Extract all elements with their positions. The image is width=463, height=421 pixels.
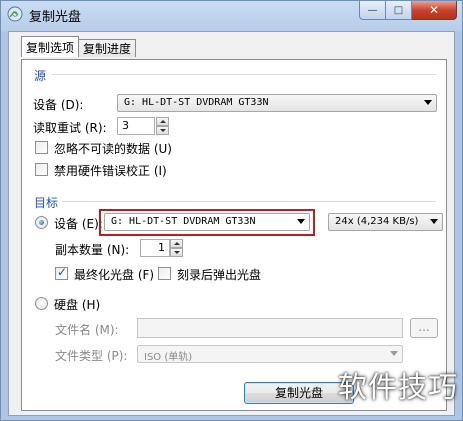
finalize-disc-label: 最终化光盘 (F) <box>74 268 155 282</box>
browse-button[interactable]: ... <box>410 318 438 338</box>
spin-up-icon[interactable] <box>156 117 169 126</box>
read-retries-input[interactable]: 3 <box>117 117 155 135</box>
eject-after-burn-checkbox[interactable] <box>158 267 171 280</box>
filename-input[interactable] <box>137 318 403 338</box>
ignore-unreadable-checkbox[interactable] <box>35 141 48 154</box>
source-device-dropdown[interactable]: G: HL-DT-ST DVDRAM GT33N <box>117 94 437 112</box>
disable-hw-correction-label: 禁用硬件错误校正 (I) <box>54 164 167 178</box>
copies-stepper[interactable] <box>170 239 183 257</box>
dialog-body: 复制选项 复制进度 源 设备 (D): G: HL-DT-ST DVDRAM G… <box>8 31 455 416</box>
harddisk-label: 硬盘 (H) <box>54 298 101 312</box>
filetype-label: 文件类型 (P): <box>55 349 128 363</box>
close-icon: ✕ <box>428 3 440 17</box>
target-device-radio[interactable] <box>35 216 48 229</box>
minimize-icon: — <box>367 4 378 16</box>
window-title: 复制光盘 <box>29 10 82 25</box>
copies-label: 副本数量 (N): <box>55 243 130 257</box>
maximize-icon: □ <box>393 4 404 16</box>
chevron-down-icon <box>430 219 438 224</box>
eject-after-burn-label: 刻录后弹出光盘 <box>177 268 262 282</box>
copy-options-panel: 源 设备 (D): G: HL-DT-ST DVDRAM GT33N 读取重试 … <box>21 59 447 411</box>
write-speed-value: 24x (4,234 KB/s) <box>335 216 419 227</box>
read-retries-label: 读取重试 (R): <box>33 121 107 135</box>
app-icon <box>7 6 23 22</box>
source-divider <box>52 74 436 75</box>
watermark-text: 软件技巧 <box>337 370 458 404</box>
close-button[interactable]: ✕ <box>412 1 457 20</box>
copy-disc-window: 复制光盘 — □ ✕ 复制选项 复制进度 源 设备 (D): G: HL-DT-… <box>0 0 463 421</box>
chevron-down-icon <box>424 100 432 105</box>
target-divider <box>62 201 436 202</box>
filetype-value: ISO (单轨) <box>144 352 193 363</box>
title-bar[interactable]: 复制光盘 — □ ✕ <box>1 1 462 31</box>
chevron-down-icon <box>297 219 305 224</box>
write-speed-dropdown[interactable]: 24x (4,234 KB/s) <box>328 213 443 231</box>
disable-hw-correction-checkbox[interactable] <box>35 163 48 176</box>
source-device-value: G: HL-DT-ST DVDRAM GT33N <box>124 97 269 108</box>
tab-copy-options[interactable]: 复制选项 <box>21 36 80 57</box>
finalize-disc-checkbox[interactable] <box>55 265 68 280</box>
minimize-button[interactable]: — <box>359 1 386 20</box>
spin-down-icon[interactable] <box>170 248 183 257</box>
target-group-label: 目标 <box>34 196 59 210</box>
target-device-label: 设备 (E): <box>54 217 103 231</box>
caption-buttons: — □ ✕ <box>359 1 457 20</box>
target-device-value: G: HL-DT-ST DVDRAM GT33N <box>111 216 256 227</box>
read-retries-stepper[interactable] <box>156 117 169 135</box>
spin-up-icon[interactable] <box>170 239 183 248</box>
filename-label: 文件名 (M): <box>55 323 119 337</box>
target-device-dropdown[interactable]: G: HL-DT-ST DVDRAM GT33N <box>104 213 310 231</box>
copies-input[interactable]: 1 <box>140 239 170 257</box>
source-device-label: 设备 (D): <box>33 98 84 112</box>
ignore-unreadable-label: 忽略不可读的数据 (U) <box>54 142 172 156</box>
filetype-dropdown[interactable]: ISO (单轨) <box>137 345 403 363</box>
source-group-label: 源 <box>34 69 47 83</box>
chevron-down-icon <box>390 351 398 356</box>
spin-down-icon[interactable] <box>156 126 169 135</box>
maximize-button[interactable]: □ <box>386 1 412 20</box>
copies-value: 1 <box>158 241 165 254</box>
tab-copy-progress[interactable]: 复制进度 <box>78 39 137 57</box>
tab-strip: 复制选项 复制进度 <box>21 36 137 59</box>
harddisk-radio[interactable] <box>35 297 48 310</box>
read-retries-value: 3 <box>122 119 129 132</box>
